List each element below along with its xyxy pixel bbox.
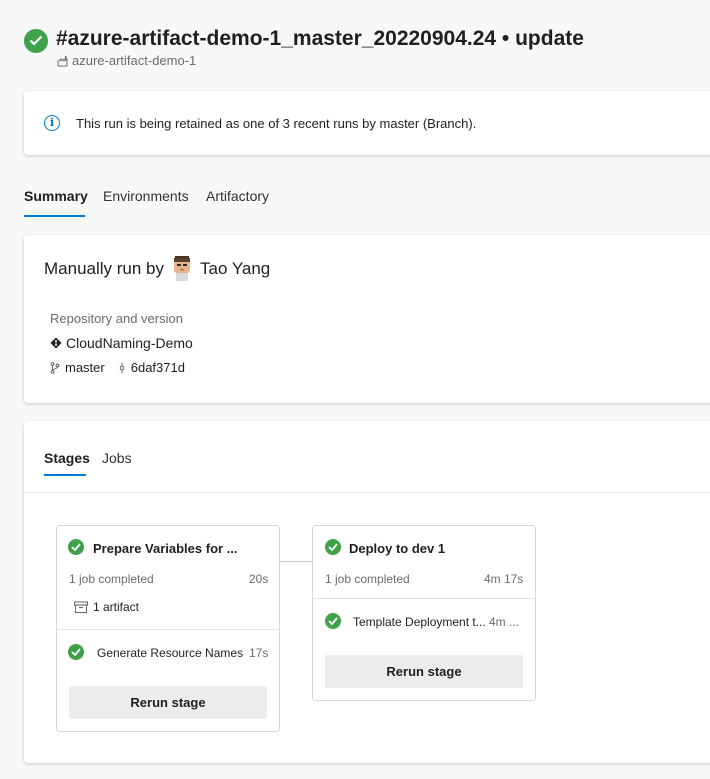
active-tab-indicator [24, 215, 85, 217]
job-name[interactable]: Generate Resource Names [97, 646, 243, 660]
tab-artifactory[interactable]: Artifactory [206, 188, 269, 204]
tab-summary[interactable]: Summary [24, 188, 88, 204]
stage-success-icon [325, 539, 341, 555]
divider [24, 492, 710, 493]
tab-environments[interactable]: Environments [103, 188, 189, 204]
stage-title[interactable]: Prepare Variables for ... [93, 541, 238, 556]
rerun-stage-button[interactable]: Rerun stage [325, 655, 523, 688]
stage-jobs-status: 1 job completed [69, 572, 154, 586]
avatar [171, 255, 193, 281]
stage-connector [280, 561, 312, 562]
artifact-icon [74, 600, 88, 618]
repository-name: CloudNaming-Demo [66, 335, 193, 351]
pipeline-name: azure-artifact-demo-1 [72, 53, 197, 68]
stage-jobs-status: 1 job completed [325, 572, 410, 586]
run-success-icon [24, 29, 48, 53]
commit-icon [119, 362, 124, 373]
stage-duration: 20s [249, 572, 269, 586]
repository-link[interactable]: CloudNaming-Demo [50, 335, 193, 351]
job-duration: 17s [249, 646, 269, 660]
info-icon: i [44, 115, 60, 131]
run-by-user[interactable]: Tao Yang [200, 259, 270, 279]
commit-id[interactable]: 6daf371d [131, 360, 185, 375]
stage-duration: 4m 17s [484, 572, 524, 586]
divider [57, 629, 279, 630]
artifact-link[interactable]: 1 artifact [93, 600, 139, 614]
active-stage-tab-indicator [44, 474, 86, 476]
job-success-icon [325, 613, 341, 629]
rerun-stage-button[interactable]: Rerun stage [69, 686, 267, 719]
run-by-label: Manually run by [44, 259, 165, 278]
run-title: #azure-artifact-demo-1_master_20220904.2… [56, 27, 584, 50]
pipeline-icon [57, 55, 68, 66]
tab-stages[interactable]: Stages [44, 450, 90, 466]
retention-message: This run is being retained as one of 3 r… [76, 116, 477, 131]
repo-section-label: Repository and version [50, 311, 183, 326]
branch-name[interactable]: master [65, 360, 105, 375]
pipeline-link[interactable]: azure-artifact-demo-1 [57, 53, 196, 68]
version-row: master 6daf371d [50, 360, 185, 375]
job-name[interactable]: Template Deployment t... [353, 615, 486, 629]
job-duration: 4m ... [489, 615, 520, 629]
job-success-icon [68, 644, 84, 660]
divider [313, 598, 535, 599]
tab-jobs[interactable]: Jobs [102, 450, 132, 466]
branch-icon [50, 361, 60, 374]
stage-success-icon [68, 539, 84, 555]
stage-title[interactable]: Deploy to dev 1 [349, 541, 445, 556]
git-repo-icon [50, 337, 62, 349]
